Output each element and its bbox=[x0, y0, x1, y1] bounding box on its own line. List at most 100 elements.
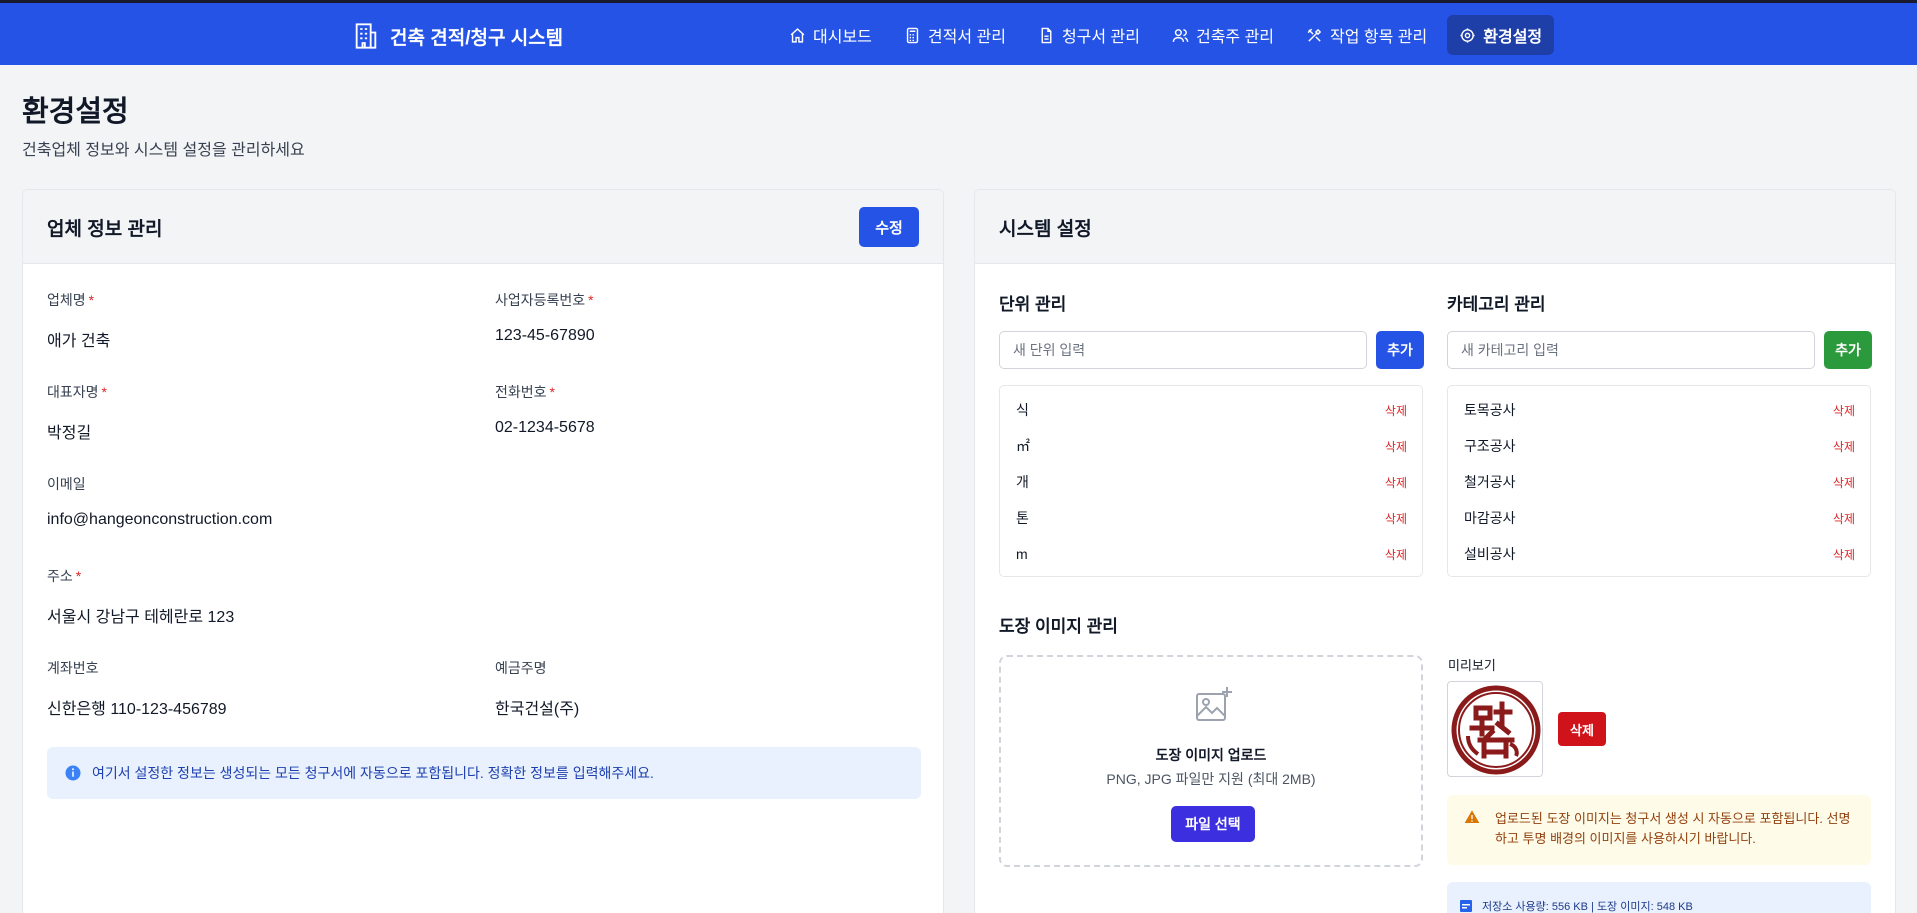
category-label: 구조공사 bbox=[1464, 438, 1516, 454]
company-info-card: 업체 정보 관리 수정 업체명 * 애가 건축 사업자등록번호 * 123-45-6… bbox=[22, 189, 944, 913]
category-label: 철거공사 bbox=[1464, 474, 1516, 490]
stamp-section-title: 도장 이미지 관리 bbox=[999, 617, 1118, 636]
phone-value: 02-1234-5678 bbox=[495, 419, 595, 436]
nav-clients[interactable]: 건축주 관리 bbox=[1160, 15, 1286, 55]
unit-label: m bbox=[1016, 546, 1028, 562]
page-subtitle: 건축업체 정보와 시스템 설정을 관리하세요 bbox=[22, 142, 305, 159]
units-section-title: 단위 관리 bbox=[999, 295, 1067, 314]
holder-value: 한국건설(주) bbox=[495, 701, 580, 718]
nav-estimates[interactable]: 견적서 관리 bbox=[892, 15, 1018, 55]
email-label: 이메일 bbox=[47, 476, 86, 492]
home-icon bbox=[790, 27, 805, 43]
unit-list: 식 삭제 ㎡ 삭제 개 삭제 톤 삭제 m 삭제 bbox=[999, 385, 1423, 577]
nav-invoices[interactable]: 청구서 관리 bbox=[1026, 15, 1152, 55]
card-title: 업체 정보 관리 bbox=[47, 219, 163, 240]
category-label: 토목공사 bbox=[1464, 402, 1516, 418]
list-item: 철거공사 삭제 bbox=[1448, 464, 1870, 500]
building-icon bbox=[355, 23, 377, 49]
address-value: 서울시 강남구 테헤란로 123 bbox=[47, 609, 235, 626]
card-header: 시스템 설정 bbox=[975, 190, 1895, 264]
storage-usage: 저장소 사용량: 556 KB | 도장 이미지: 548 KB bbox=[1447, 882, 1871, 913]
list-item: 구조공사 삭제 bbox=[1448, 428, 1870, 464]
unit-label: 개 bbox=[1016, 474, 1029, 490]
delete-link[interactable]: 삭제 bbox=[1385, 510, 1407, 527]
calculator-icon bbox=[906, 27, 919, 43]
delete-link[interactable]: 삭제 bbox=[1833, 510, 1855, 527]
stamp-preview-image bbox=[1447, 681, 1543, 777]
list-item: ㎡ 삭제 bbox=[1000, 428, 1422, 464]
delete-link[interactable]: 삭제 bbox=[1385, 402, 1407, 419]
category-label: 마감공사 bbox=[1464, 510, 1516, 526]
phone-label: 전화번호 * bbox=[495, 384, 555, 400]
account-value: 신한은행 110-123-456789 bbox=[47, 701, 227, 718]
nav-label: 대시보드 bbox=[813, 29, 872, 46]
biz-no-label: 사업자등록번호 * bbox=[495, 292, 594, 308]
nav-settings[interactable]: 환경설정 bbox=[1447, 15, 1555, 55]
edit-button[interactable]: 수정 bbox=[859, 207, 919, 247]
category-input[interactable] bbox=[1447, 331, 1815, 369]
unit-label: 톤 bbox=[1016, 510, 1029, 526]
delete-link[interactable]: 삭제 bbox=[1833, 474, 1855, 491]
list-item: 마감공사 삭제 bbox=[1448, 500, 1870, 536]
list-item: 설비공사 삭제 bbox=[1448, 536, 1870, 572]
delete-link[interactable]: 삭제 bbox=[1385, 546, 1407, 563]
card-header: 업체 정보 관리 수정 bbox=[23, 190, 943, 264]
file-text-icon bbox=[1041, 27, 1052, 43]
list-item: 식 삭제 bbox=[1000, 392, 1422, 428]
app-brand[interactable]: 건축 견적/청구 시스템 bbox=[352, 22, 563, 50]
delete-link[interactable]: 삭제 bbox=[1833, 402, 1855, 419]
delete-link[interactable]: 삭제 bbox=[1833, 546, 1855, 563]
page-title: 환경설정 bbox=[22, 96, 129, 128]
delete-link[interactable]: 삭제 bbox=[1385, 474, 1407, 491]
address-label: 주소 * bbox=[47, 568, 82, 584]
stamp-image bbox=[1451, 685, 1541, 775]
file-select-button[interactable]: 파일 선택 bbox=[1171, 806, 1255, 842]
info-text: 여기서 설정한 정보는 생성되는 모든 청구서에 자동으로 포함됩니다. 정확한… bbox=[92, 765, 654, 781]
nav-dashboard[interactable]: 대시보드 bbox=[777, 15, 884, 55]
card-title: 시스템 설정 bbox=[999, 219, 1092, 240]
account-label: 계좌번호 bbox=[47, 660, 99, 676]
list-item: m 삭제 bbox=[1000, 536, 1422, 572]
category-list: 토목공사 삭제 구조공사 삭제 철거공사 삭제 마감공사 삭제 설비공사 삭제 bbox=[1447, 385, 1871, 577]
delete-link[interactable]: 삭제 bbox=[1833, 438, 1855, 455]
storage-icon bbox=[1460, 900, 1472, 912]
top-navbar: 건축 견적/청구 시스템 대시보드 견적서 관리 청구서 관리 건축주 관리 작… bbox=[0, 0, 1917, 65]
warning-text: 업로드된 도장 이미지는 청구서 생성 시 자동으로 포함됩니다. 선명하고 투… bbox=[1495, 811, 1851, 846]
nav-label: 청구서 관리 bbox=[1061, 29, 1140, 46]
unit-label: 식 bbox=[1016, 402, 1029, 418]
category-label: 설비공사 bbox=[1464, 546, 1516, 562]
nav-label: 건축주 관리 bbox=[1195, 29, 1275, 46]
list-item: 톤 삭제 bbox=[1000, 500, 1422, 536]
unit-input[interactable] bbox=[999, 331, 1367, 369]
nav-label: 작업 항목 관리 bbox=[1330, 29, 1428, 46]
biz-no-value: 123-45-67890 bbox=[495, 327, 595, 344]
stamp-delete-button[interactable]: 삭제 bbox=[1558, 712, 1606, 746]
delete-link[interactable]: 삭제 bbox=[1385, 438, 1407, 455]
nav-label: 견적서 관리 bbox=[927, 29, 1006, 46]
ceo-label: 대표자명 * bbox=[47, 384, 107, 400]
nav-work-items[interactable]: 작업 항목 관리 bbox=[1294, 15, 1439, 55]
company-name-value: 애가 건축 bbox=[47, 333, 111, 350]
stamp-upload-dropzone[interactable]: 도장 이미지 업로드 PNG, JPG 파일만 지원 (최대 2MB) 파일 선… bbox=[999, 655, 1423, 867]
ceo-value: 박정길 bbox=[47, 425, 92, 442]
stamp-warning: 업로드된 도장 이미지는 청구서 생성 시 자동으로 포함됩니다. 선명하고 투… bbox=[1447, 795, 1871, 865]
unit-label: ㎡ bbox=[1016, 438, 1030, 454]
info-icon bbox=[65, 765, 81, 781]
holder-label: 예금주명 bbox=[495, 660, 547, 676]
warning-icon bbox=[1464, 810, 1480, 823]
tools-icon bbox=[1307, 28, 1322, 42]
list-item: 토목공사 삭제 bbox=[1448, 392, 1870, 428]
main-nav: 대시보드 견적서 관리 청구서 관리 건축주 관리 작업 항목 관리 환경설정 bbox=[777, 15, 1555, 55]
nav-label: 환경설정 bbox=[1483, 29, 1543, 46]
info-notice: 여기서 설정한 정보는 생성되는 모든 청구서에 자동으로 포함됩니다. 정확한… bbox=[47, 747, 921, 799]
gear-icon bbox=[1460, 27, 1475, 43]
upload-hint: PNG, JPG 파일만 지원 (최대 2MB) bbox=[1106, 771, 1316, 787]
add-category-button[interactable]: 추가 bbox=[1824, 331, 1872, 369]
app-title: 건축 견적/청구 시스템 bbox=[390, 27, 564, 49]
preview-label: 미리보기 bbox=[1448, 658, 1496, 673]
image-add-icon bbox=[1196, 687, 1232, 721]
company-name-label: 업체명 * bbox=[47, 292, 95, 308]
categories-section-title: 카테고리 관리 bbox=[1447, 295, 1546, 314]
add-unit-button[interactable]: 추가 bbox=[1376, 331, 1424, 369]
storage-text: 저장소 사용량: 556 KB | 도장 이미지: 548 KB bbox=[1482, 901, 1693, 913]
